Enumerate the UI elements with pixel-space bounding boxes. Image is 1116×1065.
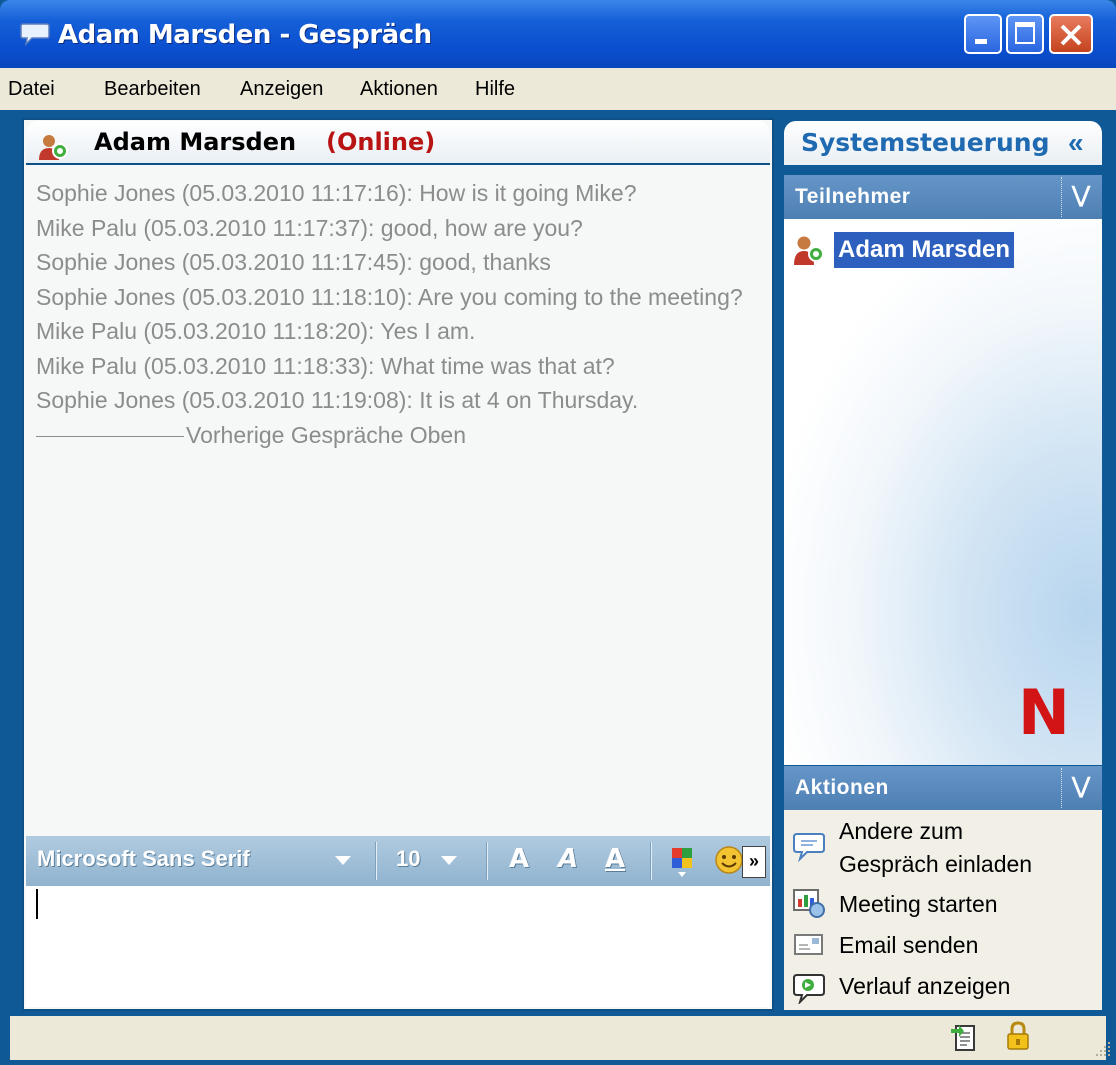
- message: Sophie Jones (05.03.2010 11:17:16): How …: [36, 180, 637, 206]
- conversation-log-icon[interactable]: [950, 1023, 978, 1053]
- meeting-icon[interactable]: [792, 887, 826, 919]
- underline-button[interactable]: A: [605, 844, 625, 874]
- action-invite-line2[interactable]: Gespräch einladen: [839, 848, 1032, 880]
- novell-logo: N: [1018, 676, 1070, 749]
- invite-icon[interactable]: [792, 830, 826, 864]
- message: Mike Palu (05.03.2010 11:17:37): good, h…: [36, 214, 583, 241]
- toolbar-separator: [375, 842, 377, 880]
- message: Mike Palu (05.03.2010 11:18:33): What ti…: [36, 352, 615, 379]
- divider-line: [36, 435, 184, 437]
- contact-status: (Online): [326, 128, 436, 156]
- email-icon[interactable]: [792, 930, 826, 960]
- message-history[interactable]: Sophie Jones (05.03.2010 11:17:16): How …: [36, 176, 766, 452]
- status-bar: [10, 1016, 1106, 1060]
- menu-datei[interactable]: Datei: [8, 78, 55, 101]
- close-icon: [1060, 24, 1082, 46]
- message: Sophie Jones (05.03.2010 11:17:45): good…: [36, 249, 551, 275]
- toolbar-separator: [486, 842, 488, 880]
- participants-collapse-icon[interactable]: ⋁: [1061, 177, 1100, 217]
- message: Mike Palu (05.03.2010 11:18:20): Yes I a…: [36, 318, 476, 344]
- menu-bearbeiten[interactable]: Bearbeiten: [104, 78, 201, 101]
- window-title: Adam Marsden - Gespräch: [58, 20, 432, 50]
- bold-button[interactable]: A: [509, 844, 529, 874]
- size-dropdown-icon[interactable]: [441, 856, 457, 865]
- participant-item[interactable]: Adam Marsden: [834, 232, 1015, 268]
- font-dropdown-icon[interactable]: [335, 856, 351, 865]
- action-send-email[interactable]: Email senden: [839, 929, 978, 961]
- chat-bubble-icon: [20, 23, 50, 46]
- close-button[interactable]: [1049, 14, 1093, 54]
- message: Sophie Jones (05.03.2010 11:18:10): Are …: [36, 283, 743, 310]
- history-divider-label: Vorherige Gespräche Oben: [186, 421, 467, 448]
- history-divider: Vorherige Gespräche Oben: [36, 418, 766, 453]
- collapse-panel-icon[interactable]: «: [1068, 127, 1084, 159]
- action-show-history[interactable]: Verlauf anzeigen: [839, 970, 1010, 1002]
- message: Sophie Jones (05.03.2010 11:19:08): It i…: [36, 387, 639, 413]
- text-cursor: [36, 889, 38, 919]
- toolbar-separator: [650, 842, 652, 880]
- lock-icon[interactable]: [1005, 1020, 1031, 1052]
- resize-grip-icon[interactable]: [1094, 1040, 1112, 1058]
- contact-online-icon: [794, 236, 824, 265]
- action-start-meeting[interactable]: Meeting starten: [839, 888, 998, 920]
- contact-name: Adam Marsden: [94, 128, 297, 156]
- action-invite[interactable]: Andere zum: [839, 815, 963, 847]
- side-panel-title: Systemsteuerung: [801, 128, 1050, 157]
- color-picker-icon[interactable]: [670, 846, 696, 878]
- size-select[interactable]: 10: [396, 846, 420, 872]
- minimize-button[interactable]: [964, 14, 1002, 54]
- menu-anzeigen[interactable]: Anzeigen: [240, 78, 323, 101]
- message-input[interactable]: [26, 886, 770, 1007]
- minimize-icon: [975, 39, 987, 44]
- toolbar-more-button[interactable]: »: [742, 846, 766, 878]
- menu-hilfe[interactable]: Hilfe: [475, 78, 515, 101]
- participants-title: Teilnehmer: [795, 185, 911, 208]
- maximize-button[interactable]: [1006, 14, 1044, 54]
- actions-collapse-icon[interactable]: ⋁: [1061, 768, 1100, 808]
- font-select[interactable]: Microsoft Sans Serif: [37, 846, 250, 872]
- italic-button[interactable]: A: [558, 844, 578, 874]
- maximize-icon: [1015, 22, 1035, 44]
- menu-aktionen[interactable]: Aktionen: [360, 78, 438, 101]
- contact-online-icon: [39, 135, 68, 160]
- actions-title: Aktionen: [795, 776, 889, 799]
- emoticon-icon[interactable]: [714, 845, 744, 875]
- history-icon[interactable]: [792, 972, 826, 1004]
- menu-bar: Datei Bearbeiten Anzeigen Aktionen Hilfe: [0, 68, 1116, 110]
